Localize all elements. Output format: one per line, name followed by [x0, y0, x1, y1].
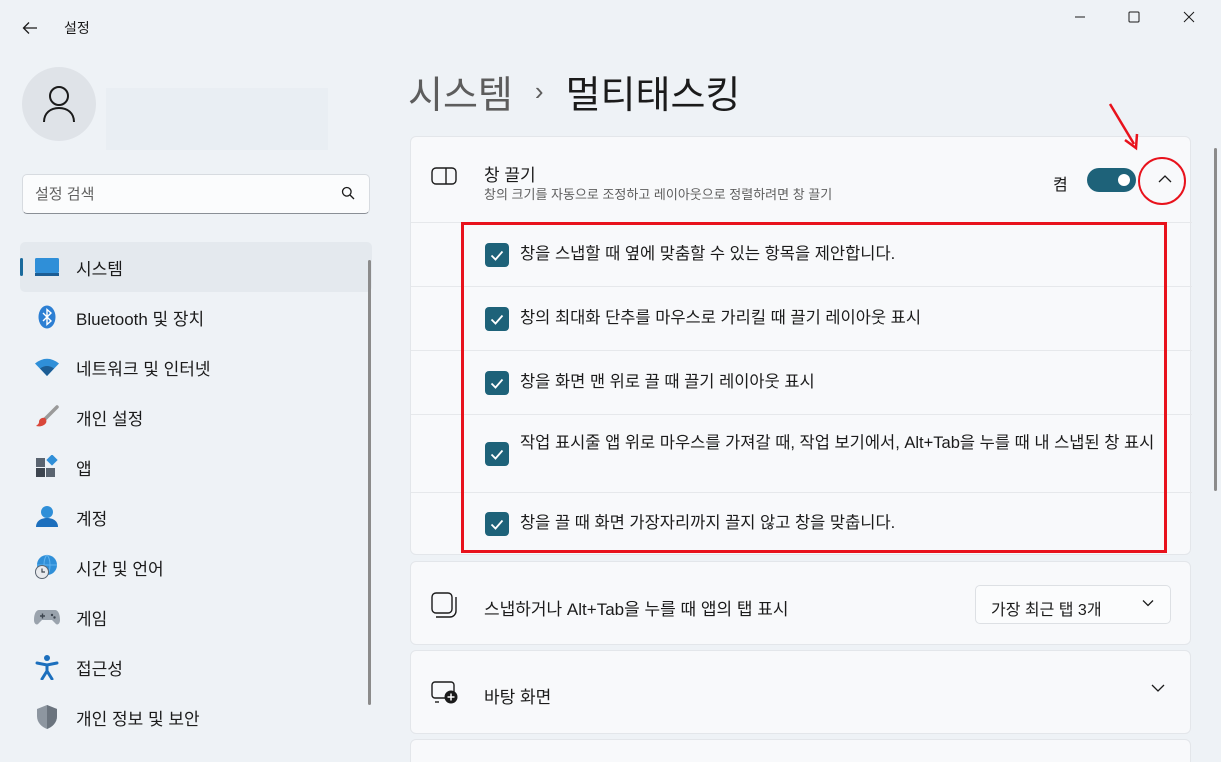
snap-windows-title: 창 끌기: [484, 166, 536, 185]
back-button[interactable]: [14, 14, 46, 42]
back-arrow-icon: [22, 22, 37, 34]
breadcrumb-parent[interactable]: 시스템: [408, 64, 513, 119]
sidebar-item-label: 앱: [76, 459, 92, 479]
user-icon: [43, 86, 75, 123]
maximize-icon: [1128, 11, 1140, 23]
annotation-arrow-icon: [1108, 103, 1139, 151]
snap-windows-header[interactable]: 창 끌기 창의 크기를 자동으로 조정하고 레이아웃으로 정렬하려면 창 끌기 …: [411, 137, 1192, 223]
alt-tab-label: 스냅하거나 Alt+Tab을 누를 때 앱의 탭 표시: [484, 600, 789, 619]
avatar[interactable]: [22, 67, 96, 141]
sidebar-item-privacy[interactable]: 개인 정보 및 보안: [20, 692, 372, 742]
chevron-down-icon: [1142, 600, 1154, 607]
profile-info: [106, 88, 328, 150]
annotation-highlight-circle: [1138, 157, 1186, 205]
sidebar-item-label: Bluetooth 및 장치: [76, 309, 205, 329]
shield-icon: [34, 704, 60, 730]
sidebar-item-label: 접근성: [76, 659, 123, 679]
desktops-card[interactable]: 바탕 화면: [410, 650, 1191, 734]
chevron-down-icon: [1151, 684, 1165, 692]
annotation-highlight-box: [461, 222, 1167, 553]
sidebar-nav: 시스템 Bluetooth 및 장치 네트워크 및 인터넷 개인 설정 앱 계정: [20, 242, 372, 742]
accessibility-icon: [34, 654, 60, 680]
breadcrumb: 시스템 › 멀티태스킹: [408, 64, 740, 119]
main-scrollbar[interactable]: [1214, 148, 1217, 491]
sidebar-item-label: 네트워크 및 인터넷: [76, 359, 211, 379]
sidebar-item-accounts[interactable]: 계정: [20, 492, 372, 542]
alt-tab-dropdown[interactable]: 가장 최근 탭 3개: [975, 585, 1171, 624]
toggle-state-label: 켬: [1053, 177, 1068, 194]
account-icon: [34, 504, 60, 530]
virtual-desktop-icon: [431, 681, 458, 704]
gamepad-icon: [34, 604, 60, 630]
wifi-icon: [34, 354, 60, 380]
title-bar: 설정: [0, 0, 1221, 56]
snap-layout-icon: [431, 167, 457, 185]
apps-icon: [34, 454, 60, 480]
desktops-label: 바탕 화면: [484, 688, 552, 707]
window-title: 설정: [64, 20, 90, 36]
globe-clock-icon: [34, 554, 60, 580]
sidebar-item-time-language[interactable]: 시간 및 언어: [20, 542, 372, 592]
search-input[interactable]: [23, 175, 323, 213]
sidebar-item-accessibility[interactable]: 접근성: [20, 642, 372, 692]
sidebar-item-system[interactable]: 시스템: [20, 242, 372, 292]
sidebar-item-label: 계정: [76, 509, 108, 529]
breadcrumb-separator: ›: [534, 76, 544, 106]
snap-windows-toggle[interactable]: [1087, 168, 1136, 192]
sidebar-item-gaming[interactable]: 게임: [20, 592, 372, 642]
page-title: 멀티태스킹: [565, 75, 741, 117]
dropdown-selected-value: 가장 최근 탭 3개: [991, 602, 1102, 619]
sidebar-item-personalization[interactable]: 개인 설정: [20, 392, 372, 442]
maximize-button[interactable]: [1108, 0, 1160, 34]
next-setting-card[interactable]: [410, 739, 1191, 762]
minimize-icon: [1075, 16, 1085, 18]
close-icon: [1183, 11, 1195, 23]
paintbrush-icon: [34, 404, 60, 430]
snap-windows-description: 창의 크기를 자동으로 조정하고 레이아웃으로 정렬하려면 창 끌기: [484, 187, 833, 202]
alt-tab-icon: [431, 592, 457, 618]
sidebar-item-bluetooth[interactable]: Bluetooth 및 장치: [20, 292, 372, 342]
close-button[interactable]: [1163, 0, 1215, 34]
alt-tab-card: 스냅하거나 Alt+Tab을 누를 때 앱의 탭 표시 가장 최근 탭 3개: [410, 561, 1191, 645]
sidebar-item-label: 시간 및 언어: [76, 559, 164, 579]
sidebar-item-apps[interactable]: 앱: [20, 442, 372, 492]
bluetooth-icon: [34, 304, 60, 330]
toggle-knob: [1118, 174, 1130, 186]
sidebar-item-label: 게임: [76, 609, 108, 629]
sidebar-item-label: 개인 정보 및 보안: [76, 709, 200, 729]
search-icon[interactable]: [341, 186, 355, 200]
sidebar-item-network[interactable]: 네트워크 및 인터넷: [20, 342, 372, 392]
minimize-button[interactable]: [1054, 0, 1106, 34]
sidebar-item-label: 개인 설정: [76, 409, 144, 429]
sidebar-item-label: 시스템: [76, 259, 123, 279]
sidebar-scrollbar[interactable]: [368, 260, 371, 705]
search-box[interactable]: [22, 174, 370, 214]
system-icon: [34, 254, 60, 280]
